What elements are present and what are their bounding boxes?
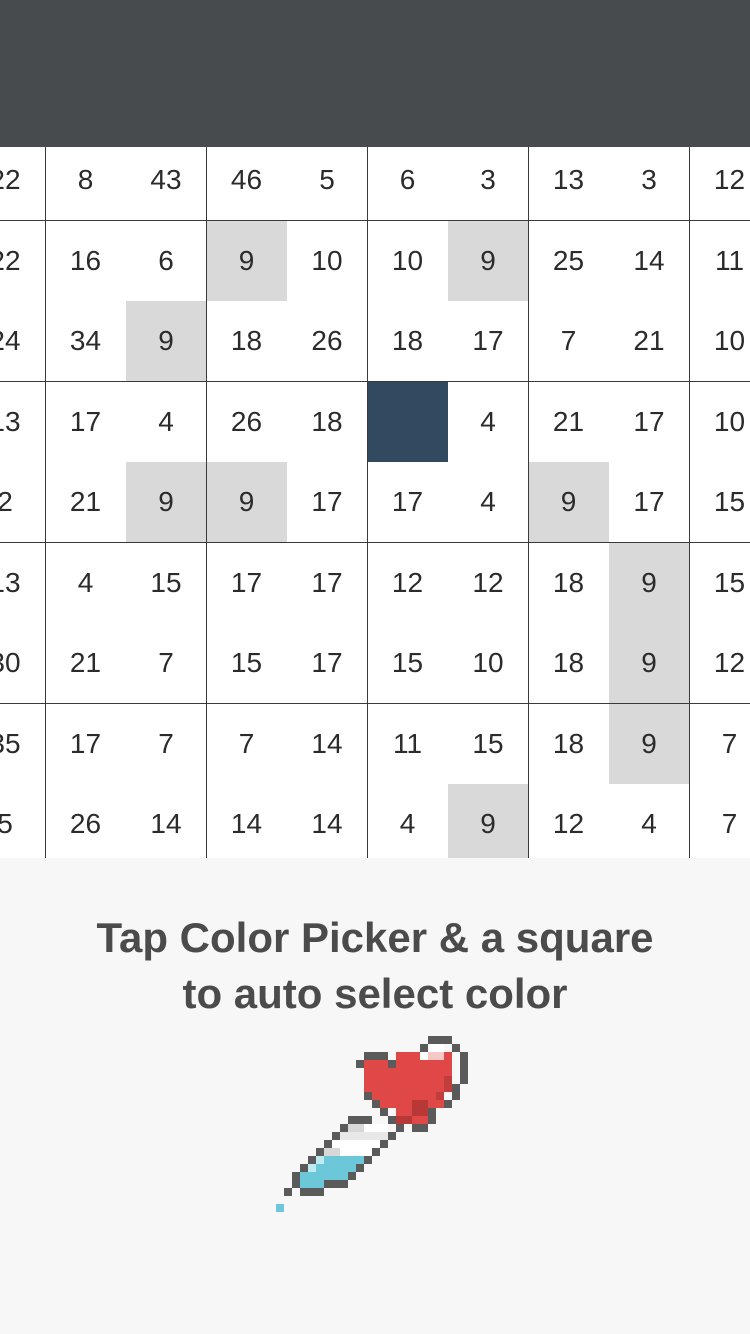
grid-cell[interactable]: 15	[448, 703, 530, 786]
grid-cell[interactable]: 15	[126, 542, 208, 625]
grid-cell[interactable]: 2	[0, 462, 47, 544]
grid-cell[interactable]: 18	[528, 542, 611, 625]
grid-cell[interactable]: 7	[126, 623, 208, 705]
grid-cell[interactable]: 24	[0, 301, 47, 383]
grid-cell[interactable]: 10	[689, 381, 750, 464]
grid-cell[interactable]: 4	[126, 381, 208, 464]
grid-cell[interactable]: 17	[609, 381, 691, 464]
grid-cell[interactable]: 22	[0, 220, 47, 303]
grid-cell[interactable]: 18	[206, 301, 289, 383]
instruction-line-1: Tap Color Picker & a square	[96, 914, 654, 961]
instruction-text: Tap Color Picker & a square to auto sele…	[40, 910, 710, 1022]
grid-cell[interactable]: 14	[609, 220, 691, 303]
grid-cell[interactable]: 3	[609, 147, 691, 222]
grid-cell[interactable]: 7	[126, 703, 208, 786]
grid-cell[interactable]: 5	[287, 147, 369, 222]
grid-cell[interactable]: 12	[367, 542, 450, 625]
grid-cell[interactable]: 13	[528, 147, 611, 222]
grid-cell[interactable]: 11	[367, 703, 450, 786]
grid-cell[interactable]: 9	[609, 623, 691, 705]
grid-cell[interactable]	[367, 381, 450, 464]
grid-cell[interactable]: 8	[45, 147, 128, 222]
grid-cell[interactable]: 17	[367, 462, 450, 544]
grid-cell[interactable]: 18	[528, 703, 611, 786]
grid-cell[interactable]: 14	[126, 784, 208, 858]
grid-cell[interactable]: 26	[206, 381, 289, 464]
grid-cell[interactable]: 22	[0, 147, 47, 222]
grid-cell[interactable]: 10	[448, 623, 530, 705]
grid-cell[interactable]: 17	[287, 542, 369, 625]
grid-cell[interactable]: 4	[609, 784, 691, 858]
grid-cell[interactable]: 17	[609, 462, 691, 544]
grid-cell[interactable]: 26	[45, 784, 128, 858]
grid-cell[interactable]: 46	[206, 147, 289, 222]
grid-cell[interactable]: 9	[609, 542, 691, 625]
grid-cell[interactable]: 12	[528, 784, 611, 858]
grid-cell[interactable]: 7	[689, 784, 750, 858]
grid-cell[interactable]: 7	[206, 703, 289, 786]
grid-cell[interactable]: 21	[609, 301, 691, 383]
grid-cell[interactable]: 26	[287, 301, 369, 383]
grid-cell[interactable]: 17	[287, 462, 369, 544]
grid-cell[interactable]: 9	[448, 220, 530, 303]
grid-cell[interactable]: 30	[0, 623, 47, 705]
grid-cell[interactable]: 17	[45, 381, 128, 464]
grid-cell[interactable]: 43	[126, 147, 208, 222]
grid-cell[interactable]: 21	[528, 381, 611, 464]
grid-cell[interactable]: 18	[287, 381, 369, 464]
grid-cell[interactable]: 25	[528, 220, 611, 303]
grid-cell[interactable]: 17	[287, 623, 369, 705]
grid-cell[interactable]: 9	[528, 462, 611, 544]
grid-cell[interactable]: 17	[45, 703, 128, 786]
grid-cell[interactable]: 17	[448, 301, 530, 383]
grid-cell[interactable]: 15	[689, 542, 750, 625]
grid-cell[interactable]: 14	[287, 703, 369, 786]
grid-cell[interactable]: 6	[367, 147, 450, 222]
grid-cell[interactable]: 14	[287, 784, 369, 858]
grid-cell[interactable]: 10	[287, 220, 369, 303]
grid-cell[interactable]: 13	[0, 542, 47, 625]
grid-cell[interactable]: 7	[528, 301, 611, 383]
number-grid[interactable]: 2284346563133122216691010925141124349182…	[0, 147, 750, 858]
instruction-line-2: to auto select color	[182, 970, 568, 1017]
grid-cell[interactable]: 9	[126, 301, 208, 383]
grid-cell[interactable]: 4	[45, 542, 128, 625]
color-picker-icon[interactable]	[276, 1020, 486, 1230]
grid-cell[interactable]: 9	[126, 462, 208, 544]
grid-cell[interactable]: 14	[206, 784, 289, 858]
grid-cell[interactable]: 12	[689, 623, 750, 705]
grid-cell[interactable]: 15	[367, 623, 450, 705]
grid-cell[interactable]: 18	[367, 301, 450, 383]
grid-cell[interactable]: 18	[528, 623, 611, 705]
grid-cell[interactable]: 17	[206, 542, 289, 625]
grid-cell[interactable]: 5	[0, 784, 47, 858]
grid-cell[interactable]: 16	[45, 220, 128, 303]
grid-cell[interactable]: 15	[689, 462, 750, 544]
grid-cell[interactable]: 4	[367, 784, 450, 858]
grid-cell[interactable]: 34	[45, 301, 128, 383]
grid-cell[interactable]: 6	[126, 220, 208, 303]
grid-cell[interactable]: 3	[448, 147, 530, 222]
grid-cell[interactable]: 9	[448, 784, 530, 858]
grid-cell[interactable]: 12	[689, 147, 750, 222]
grid-cell[interactable]: 10	[689, 301, 750, 383]
grid-cell[interactable]: 21	[45, 462, 128, 544]
grid-cell[interactable]: 11	[689, 220, 750, 303]
grid-cell[interactable]: 7	[689, 703, 750, 786]
top-bar	[0, 0, 750, 147]
grid-cell[interactable]: 9	[206, 462, 289, 544]
grid-cell[interactable]: 9	[206, 220, 289, 303]
grid-cell[interactable]: 13	[0, 381, 47, 464]
grid-cell[interactable]: 15	[206, 623, 289, 705]
grid-cell[interactable]: 10	[367, 220, 450, 303]
grid-cell[interactable]: 9	[609, 703, 691, 786]
grid-cell[interactable]: 12	[448, 542, 530, 625]
grid-cell[interactable]: 4	[448, 462, 530, 544]
grid-cell[interactable]: 21	[45, 623, 128, 705]
grid-cell[interactable]: 35	[0, 703, 47, 786]
grid-cell[interactable]: 4	[448, 381, 530, 464]
